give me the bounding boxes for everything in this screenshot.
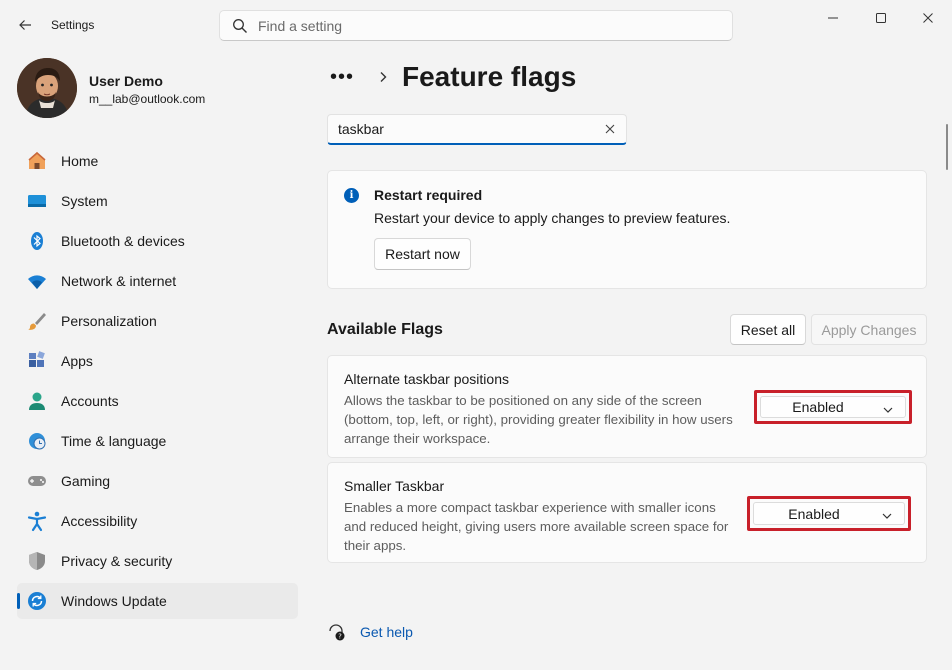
svg-text:?: ? xyxy=(338,633,342,641)
flag-card: Alternate taskbar positions Allows the t… xyxy=(327,355,927,458)
flag-state-dropdown[interactable]: Enabled xyxy=(760,396,906,418)
clock-globe-icon xyxy=(26,430,48,452)
info-title: Restart required xyxy=(374,187,483,203)
sidebar-item-time-language[interactable]: Time & language xyxy=(17,423,298,459)
page-title: Feature flags xyxy=(402,61,577,92)
sidebar-item-windows-update[interactable]: Windows Update xyxy=(17,583,298,619)
clear-icon[interactable] xyxy=(604,123,616,135)
breadcrumb-more-button[interactable]: ••• xyxy=(330,66,356,89)
apply-changes-button[interactable]: Apply Changes xyxy=(811,314,927,345)
brush-icon xyxy=(26,310,48,332)
info-text: Restart your device to apply changes to … xyxy=(374,210,731,226)
app-title: Settings xyxy=(51,18,95,32)
shield-icon xyxy=(26,550,48,572)
title-bar: Settings xyxy=(0,0,952,50)
arrow-left-icon xyxy=(19,20,31,30)
minimize-icon xyxy=(828,17,838,19)
sidebar-item-network[interactable]: Network & internet xyxy=(17,263,298,299)
search-icon xyxy=(232,18,248,34)
sidebar-item-label: Network & internet xyxy=(61,273,177,289)
sidebar-item-label: Gaming xyxy=(61,473,111,489)
highlight-outline: Enabled xyxy=(747,496,911,531)
wifi-icon xyxy=(26,270,48,292)
info-icon: i xyxy=(344,188,359,203)
restart-info-card: i Restart required Restart your device t… xyxy=(327,170,927,289)
sidebar-item-label: Accounts xyxy=(61,393,119,409)
sidebar-item-label: Apps xyxy=(61,353,93,369)
sidebar-item-label: Time & language xyxy=(61,433,167,449)
sidebar-item-label: Home xyxy=(61,153,99,169)
sidebar-item-home[interactable]: Home xyxy=(17,143,298,179)
restart-now-button[interactable]: Restart now xyxy=(374,238,471,270)
get-help-label: Get help xyxy=(360,624,413,640)
flag-description: Allows the taskbar to be positioned on a… xyxy=(344,393,733,446)
sidebar-item-gaming[interactable]: Gaming xyxy=(17,463,298,499)
accounts-icon xyxy=(26,390,48,412)
flag-title: Smaller Taskbar xyxy=(344,478,445,494)
accessibility-icon xyxy=(26,510,48,532)
bluetooth-icon xyxy=(26,230,48,252)
dropdown-value: Enabled xyxy=(792,399,844,415)
flag-filter-input[interactable] xyxy=(338,121,588,137)
user-email: m__lab@outlook.com xyxy=(89,92,206,106)
section-title: Available Flags xyxy=(327,321,443,338)
flag-filter[interactable] xyxy=(327,114,627,145)
chevron-down-icon xyxy=(883,406,893,414)
dropdown-value: Enabled xyxy=(788,505,840,522)
help-icon: ? xyxy=(327,622,347,642)
flag-state-dropdown[interactable]: Enabled xyxy=(753,502,905,525)
sidebar-item-label: Privacy & security xyxy=(61,553,173,569)
minimize-button[interactable] xyxy=(810,8,856,28)
get-help-link[interactable]: ? Get help xyxy=(327,622,413,642)
sidebar-item-label: Windows Update xyxy=(61,593,167,609)
gamepad-icon xyxy=(26,470,48,492)
sidebar-nav: Home System Bluetooth & devices Network … xyxy=(17,143,298,623)
flag-description: Enables a more compact taskbar experienc… xyxy=(344,500,729,553)
home-icon xyxy=(26,150,48,172)
system-icon xyxy=(26,190,48,212)
sidebar-item-privacy[interactable]: Privacy & security xyxy=(17,543,298,579)
update-icon xyxy=(26,590,48,612)
breadcrumb: ••• Feature flags xyxy=(330,60,576,94)
chevron-down-icon xyxy=(882,512,892,520)
scrollbar[interactable] xyxy=(946,124,948,170)
sidebar-item-accounts[interactable]: Accounts xyxy=(17,383,298,419)
sidebar-item-apps[interactable]: Apps xyxy=(17,343,298,379)
flag-title: Alternate taskbar positions xyxy=(344,371,509,387)
close-icon xyxy=(923,13,933,23)
sidebar-item-label: Bluetooth & devices xyxy=(61,233,185,249)
sidebar-item-system[interactable]: System xyxy=(17,183,298,219)
highlight-outline: Enabled xyxy=(754,390,912,424)
sidebar-item-bluetooth[interactable]: Bluetooth & devices xyxy=(17,223,298,259)
search-input[interactable] xyxy=(258,17,698,34)
close-button[interactable] xyxy=(905,8,951,28)
reset-all-button[interactable]: Reset all xyxy=(730,314,806,345)
sidebar-item-personalization[interactable]: Personalization xyxy=(17,303,298,339)
sidebar-item-label: Accessibility xyxy=(61,513,138,529)
sidebar-item-label: System xyxy=(61,193,108,209)
avatar[interactable] xyxy=(17,58,77,118)
settings-search[interactable] xyxy=(219,10,733,41)
maximize-icon xyxy=(876,13,886,23)
sidebar-item-accessibility[interactable]: Accessibility xyxy=(17,503,298,539)
chevron-right-icon xyxy=(378,71,388,83)
user-profile[interactable] xyxy=(17,58,77,118)
maximize-button[interactable] xyxy=(858,8,904,28)
flag-card: Smaller Taskbar Enables a more compact t… xyxy=(327,462,927,563)
sidebar-item-label: Personalization xyxy=(61,313,157,329)
apps-icon xyxy=(26,350,48,372)
back-button[interactable] xyxy=(12,12,38,38)
user-name: User Demo xyxy=(89,73,163,89)
